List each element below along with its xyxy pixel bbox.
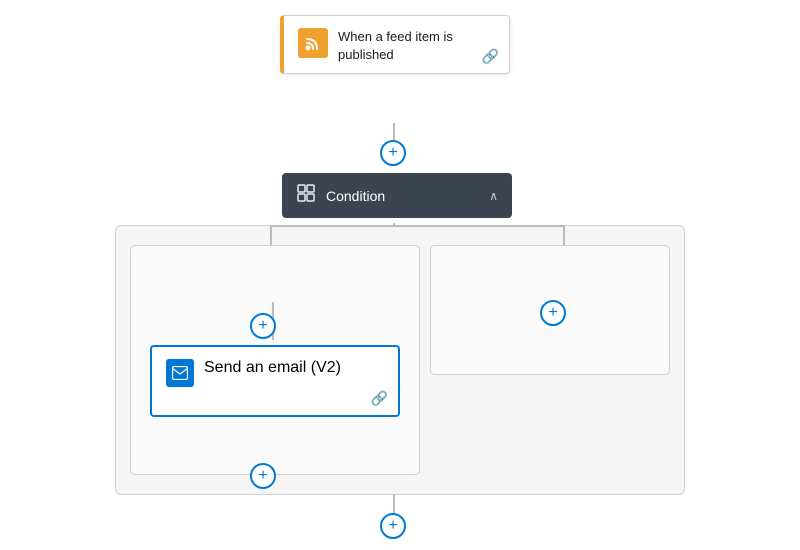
add-icon-true-top: + [258,317,267,335]
email-action-block[interactable]: Send an email (V2) 🔗 [150,345,400,417]
email-action-icon [166,359,194,387]
trigger-label: When a feed item is published [338,28,495,63]
flow-canvas: When a feed item is published 🔗 + Condit… [10,5,790,545]
add-step-true-bottom-button[interactable]: + [250,463,276,489]
condition-icon [296,183,316,208]
add-step-top-button[interactable]: + [380,140,406,166]
add-icon-true-bot: + [258,467,267,485]
condition-collapse-button[interactable]: ∧ [489,189,498,203]
add-step-bottom-button[interactable]: + [380,513,406,539]
add-step-false-button[interactable]: + [540,300,566,326]
email-action-label: Send an email (V2) [204,359,341,377]
connector-bottom [393,495,395,513]
trigger-block[interactable]: When a feed item is published 🔗 [280,15,510,74]
condition-block[interactable]: Condition ∧ [282,173,512,218]
branch-line-left [270,225,400,227]
trigger-icon [298,28,328,58]
add-icon-bot: + [388,517,397,535]
condition-label: Condition [326,188,385,204]
add-icon: + [388,144,397,162]
branch-line-right [394,225,564,227]
add-step-true-top-button[interactable]: + [250,313,276,339]
email-link-icon: 🔗 [371,390,388,407]
trigger-link-icon: 🔗 [482,48,499,65]
add-icon-false: + [548,304,557,322]
